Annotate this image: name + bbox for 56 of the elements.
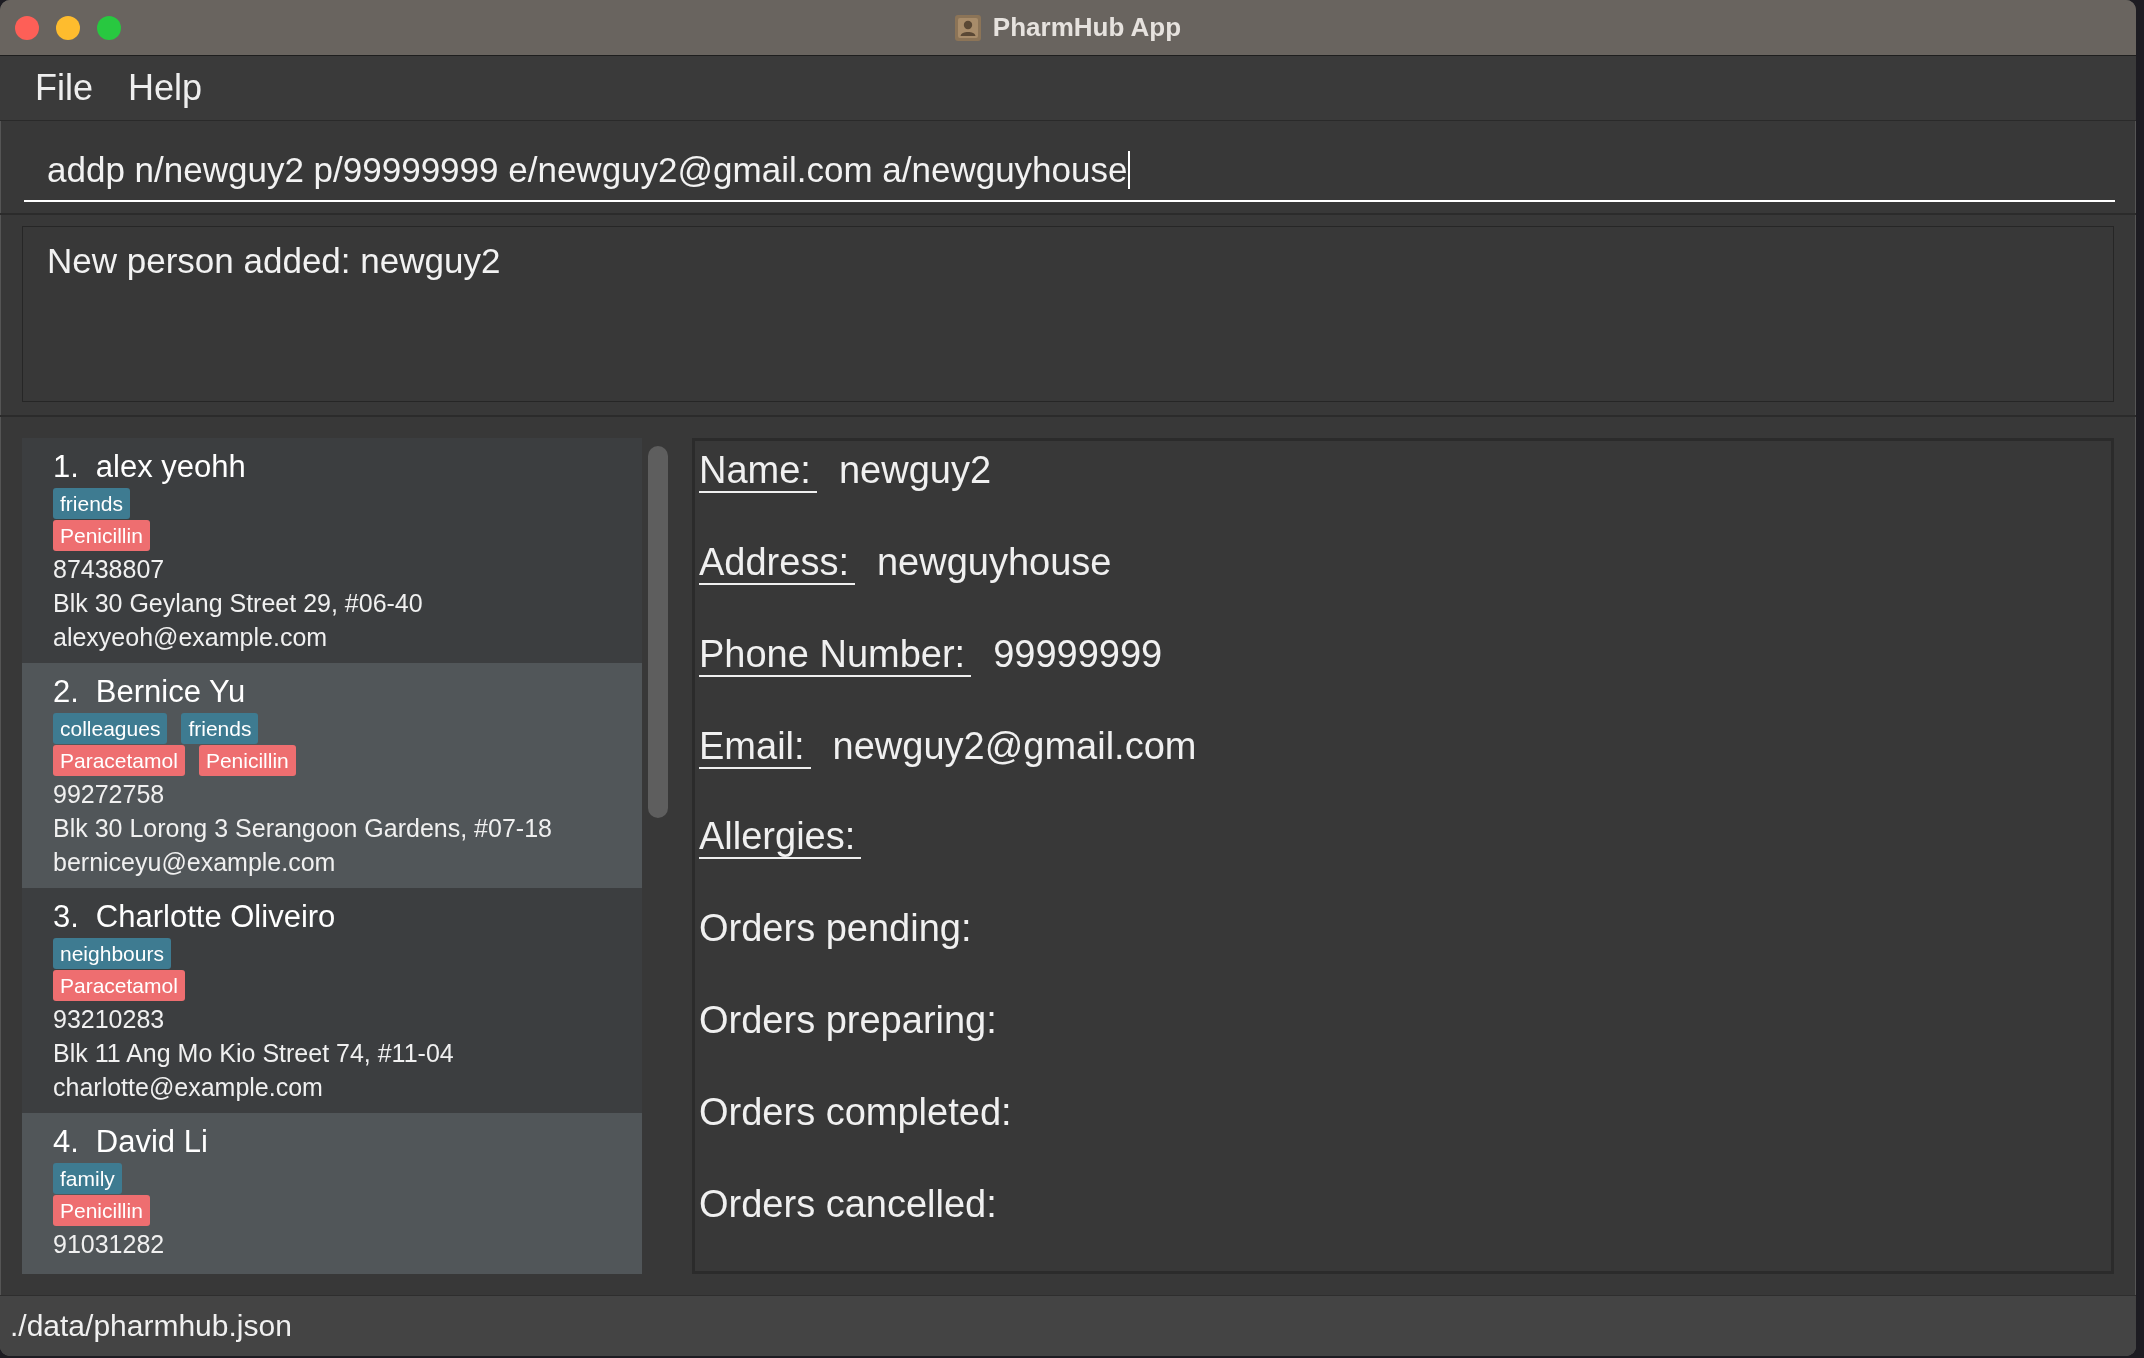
person-index: 3.: [53, 898, 79, 936]
file-path-text: ./data/pharmhub.json: [10, 1309, 292, 1343]
field-value: newguy2: [838, 448, 992, 493]
field-label: Allergies:: [699, 815, 862, 859]
order-section-label: Orders completed:: [699, 1090, 1012, 1135]
group-tag: family: [53, 1163, 122, 1194]
person-address: Blk 11 Ang Mo Kio Street 74, #11-04: [53, 1038, 454, 1069]
person-phone: 91031282: [53, 1229, 165, 1260]
minimize-icon[interactable]: [56, 15, 80, 40]
person-phone: 93210283: [53, 1004, 165, 1035]
allergy-tag: Paracetamol: [53, 970, 185, 1001]
person-index: 2.: [53, 673, 79, 711]
order-section-label: Orders preparing:: [699, 998, 997, 1043]
person-card[interactable]: 4. David Li family Penicillin 91031282: [22, 1113, 642, 1274]
person-index: 4.: [53, 1123, 79, 1161]
group-tag: neighbours: [53, 938, 171, 969]
result-display: New person added: newguy2: [22, 226, 2114, 402]
order-section-label: Orders pending:: [699, 906, 972, 951]
field-label: Name:: [699, 449, 817, 493]
field-label: Phone Number:: [699, 633, 972, 677]
person-phone: 87438807: [53, 554, 165, 585]
field-label: Address:: [699, 541, 855, 585]
group-tag: friends: [181, 713, 259, 744]
menu-item[interactable]: Help: [114, 66, 217, 110]
person-name: Bernice Yu: [95, 673, 246, 711]
group-tag: colleagues: [53, 713, 168, 744]
field-label: Email:: [699, 725, 811, 769]
allergy-tag: Paracetamol: [53, 745, 185, 776]
person-name: David Li: [95, 1123, 208, 1161]
close-icon[interactable]: [15, 15, 39, 40]
person-email: charlotte@example.com: [53, 1072, 323, 1103]
person-address: Blk 30 Lorong 3 Serangoon Gardens, #07-18: [53, 813, 552, 844]
command-input[interactable]: addp n/newguy2 p/99999999 e/newguy2@gmail.com a/newguyhouse: [24, 140, 2115, 202]
group-tag: friends: [53, 488, 131, 519]
person-email: alexyeoh@example.com: [53, 622, 328, 653]
person-name: Charlotte Oliveiro: [95, 898, 336, 936]
allergy-tag: Penicillin: [198, 745, 296, 776]
menu-item[interactable]: File: [21, 66, 107, 110]
person-card[interactable]: 1. alex yeohh friends Penicillin 87438807 Blk 30 Geylang Street 29, #06-40 alexyeoh@example.com: [22, 438, 642, 663]
person-card[interactable]: 2. Bernice Yu colleagues friends Paracetamol Penicillin 99272758 Blk 30 Lorong 3 Serangoon Gardens, #07-18 berniceyu@example.com: [22, 663, 642, 888]
maximize-icon[interactable]: [97, 15, 121, 40]
field-value: newguyhouse: [876, 540, 1112, 585]
person-icon: [954, 14, 981, 41]
field-value: newguy2@gmail.com: [832, 724, 1197, 769]
person-index: 1.: [53, 448, 79, 486]
order-section-label: Orders cancelled:: [699, 1182, 997, 1227]
person-card[interactable]: 3. Charlotte Oliveiro neighbours Paracetamol 93210283 Blk 11 Ang Mo Kio Street 74, #11-04 charlotte@example.com: [22, 888, 642, 1113]
person-name: alex yeohh: [95, 448, 246, 486]
allergy-tag: Penicillin: [53, 1195, 150, 1226]
field-value: 99999999: [993, 632, 1163, 677]
person-phone: 99272758: [53, 779, 165, 810]
allergy-tag: Penicillin: [53, 520, 150, 551]
scrollbar-thumb[interactable]: [648, 446, 668, 818]
window-title: PharmHub App: [992, 12, 1182, 43]
person-address: Blk 30 Geylang Street 29, #06-40: [53, 588, 423, 619]
person-email: berniceyu@example.com: [53, 847, 336, 878]
